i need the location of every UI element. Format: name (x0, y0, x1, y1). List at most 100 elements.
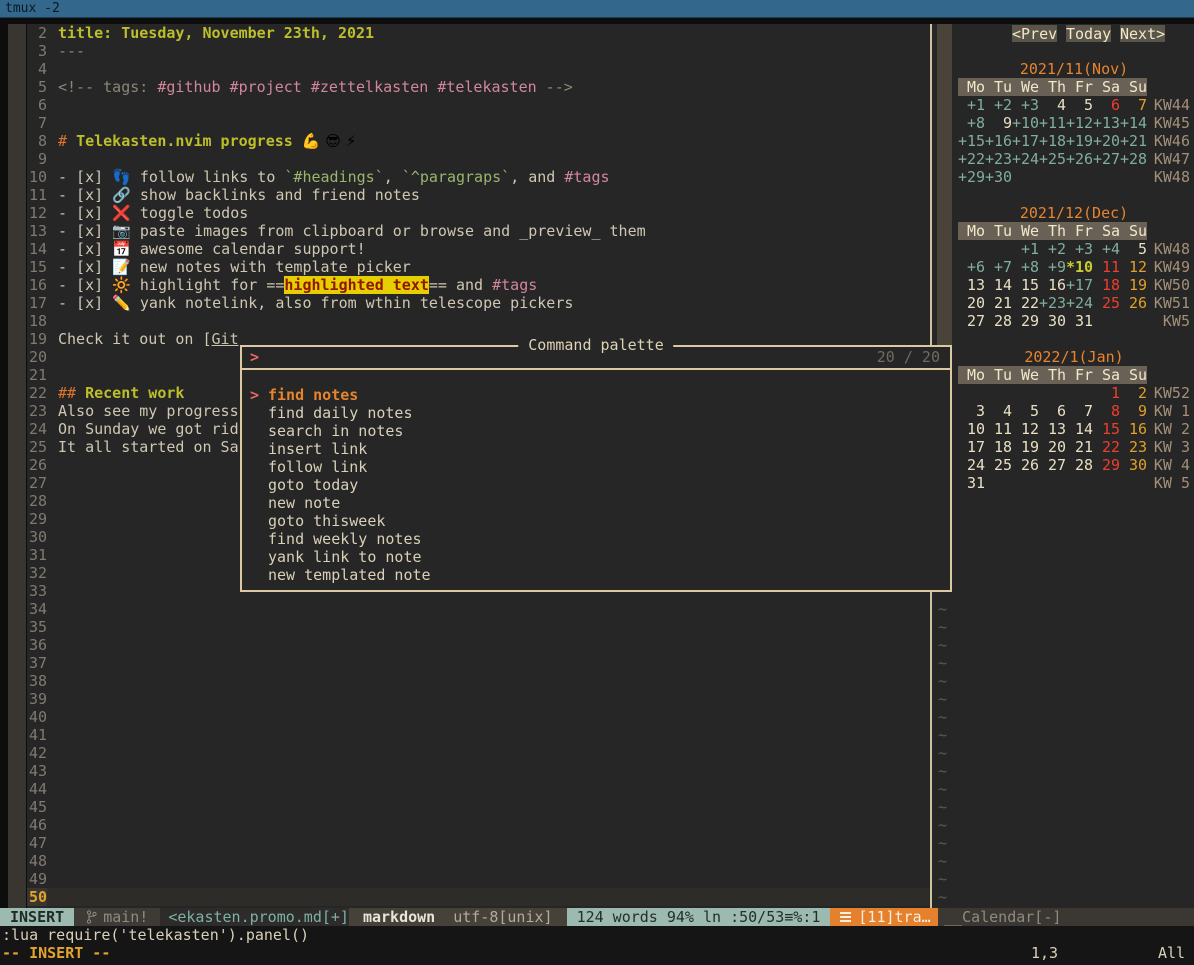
calendar-day[interactable]: 14 (1066, 420, 1093, 438)
calendar-day[interactable]: +8 (1012, 258, 1039, 276)
calendar-day[interactable]: +1 (958, 96, 985, 114)
calendar-prev-button[interactable]: <Prev (1012, 25, 1057, 42)
buffer-line[interactable]: 40 (27, 708, 930, 726)
calendar-day[interactable]: +30 (985, 168, 1012, 186)
calendar-day[interactable]: 3 (958, 402, 985, 420)
buffer-line[interactable]: 18 (27, 312, 930, 330)
calendar-day[interactable]: 19 (1012, 438, 1039, 456)
calendar-day[interactable]: 9 (985, 114, 1012, 132)
palette-item[interactable]: follow link (242, 458, 950, 476)
calendar-day[interactable]: 27 (1039, 456, 1066, 474)
palette-item[interactable]: search in notes (242, 422, 950, 440)
buffer-line[interactable]: 44 (27, 780, 930, 798)
calendar-day[interactable]: 19 (1120, 276, 1147, 294)
calendar-day[interactable]: 29 (1012, 312, 1039, 330)
calendar-day[interactable]: 18 (985, 438, 1012, 456)
calendar-day[interactable]: 1 (1093, 384, 1120, 402)
buffer-line[interactable]: 13- [x] 📷 paste images from clipboard or… (27, 222, 930, 240)
buffer-line[interactable]: 43 (27, 762, 930, 780)
buffer-line[interactable]: 35 (27, 618, 930, 636)
calendar-day[interactable]: 12 (1012, 420, 1039, 438)
buffer-line[interactable]: 46 (27, 816, 930, 834)
buffer-line[interactable]: 14- [x] 📅 awesome calendar support! (27, 240, 930, 258)
calendar-day[interactable]: +24 (1066, 294, 1093, 312)
calendar-day[interactable]: +8 (958, 114, 985, 132)
buffer-line[interactable]: 48 (27, 852, 930, 870)
calendar-day[interactable]: 15 (1093, 420, 1120, 438)
calendar-day[interactable]: +15 (958, 132, 985, 150)
buffer-line[interactable]: 37 (27, 654, 930, 672)
palette-item[interactable]: >find notes (242, 386, 950, 404)
buffer-line[interactable]: 9 (27, 150, 930, 168)
calendar-day[interactable]: +9 (1039, 258, 1066, 276)
calendar-day[interactable]: +16 (985, 132, 1012, 150)
calendar-day[interactable]: +7 (985, 258, 1012, 276)
calendar-today-button[interactable]: Today (1066, 25, 1111, 42)
calendar-day[interactable]: +12 (1066, 114, 1093, 132)
calendar-day[interactable]: +24 (1012, 150, 1039, 168)
calendar-day[interactable]: +17 (1066, 276, 1093, 294)
calendar-day[interactable]: 31 (958, 474, 985, 492)
buffer-line[interactable]: 41 (27, 726, 930, 744)
calendar-day[interactable]: 18 (1093, 276, 1120, 294)
calendar-day[interactable]: 10 (958, 420, 985, 438)
calendar-day[interactable]: 15 (1012, 276, 1039, 294)
calendar-day[interactable]: +19 (1066, 132, 1093, 150)
calendar-day[interactable]: +23 (985, 150, 1012, 168)
calendar-day[interactable]: 22 (1093, 438, 1120, 456)
buffer-line[interactable]: 47 (27, 834, 930, 852)
buffer-line[interactable]: 39 (27, 690, 930, 708)
buffer-segment[interactable]: [11]tra… (830, 908, 940, 926)
calendar-day[interactable]: +3 (1066, 240, 1093, 258)
calendar-day[interactable]: +10 (1012, 114, 1039, 132)
calendar-day[interactable]: 25 (985, 456, 1012, 474)
calendar-day[interactable]: 17 (958, 438, 985, 456)
buffer-line[interactable]: 8# Telekasten.nvim progress 💪 😎 ⚡ (27, 132, 930, 150)
buffer-line[interactable]: 12- [x] ❌ toggle todos (27, 204, 930, 222)
calendar-day[interactable]: *10 (1066, 258, 1093, 276)
calendar-day[interactable]: 12 (1120, 258, 1147, 276)
buffer-line[interactable]: 3--- (27, 42, 930, 60)
calendar-day[interactable]: 7 (1120, 96, 1147, 114)
palette-item[interactable]: find weekly notes (242, 530, 950, 548)
buffer-line[interactable]: 10- [x] 👣 follow links to `#headings`, `… (27, 168, 930, 186)
calendar-day[interactable]: 22 (1012, 294, 1039, 312)
calendar-day[interactable]: +3 (1012, 96, 1039, 114)
calendar-day[interactable]: +13 (1093, 114, 1120, 132)
calendar-day[interactable]: +28 (1120, 150, 1147, 168)
calendar-day[interactable]: +4 (1093, 240, 1120, 258)
buffer-line[interactable]: 6 (27, 96, 930, 114)
calendar-day[interactable]: +6 (958, 258, 985, 276)
calendar-day[interactable]: 5 (1012, 402, 1039, 420)
calendar-day[interactable]: 24 (958, 456, 985, 474)
calendar-day[interactable]: +21 (1120, 132, 1147, 150)
buffer-line[interactable]: 34 (27, 600, 930, 618)
calendar-day[interactable]: 28 (985, 312, 1012, 330)
buffer-line[interactable]: 5<!-- tags: #github #project #zettelkast… (27, 78, 930, 96)
calendar-day[interactable]: +23 (1039, 294, 1066, 312)
buffer-line[interactable]: 45 (27, 798, 930, 816)
palette-item[interactable]: yank link to note (242, 548, 950, 566)
calendar-day[interactable]: 14 (985, 276, 1012, 294)
buffer-line[interactable]: 2title: Tuesday, November 23th, 2021 (27, 24, 930, 42)
buffer-line[interactable]: 4 (27, 60, 930, 78)
buffer-line[interactable]: 36 (27, 636, 930, 654)
calendar-day[interactable]: 28 (1066, 456, 1093, 474)
calendar-day[interactable]: 21 (1066, 438, 1093, 456)
calendar-day[interactable]: +18 (1039, 132, 1066, 150)
buffer-line[interactable]: 16- [x] 🔆 highlight for ==highlighted te… (27, 276, 930, 294)
calendar-day[interactable]: 26 (1012, 456, 1039, 474)
palette-item[interactable]: new note (242, 494, 950, 512)
calendar-next-button[interactable]: Next> (1120, 25, 1165, 42)
calendar-day[interactable]: 4 (985, 402, 1012, 420)
calendar-day[interactable]: 4 (1039, 96, 1066, 114)
buffer-line[interactable]: 15- [x] 📝 new notes with template picker (27, 258, 930, 276)
calendar-day[interactable]: +11 (1039, 114, 1066, 132)
calendar-day[interactable]: 6 (1093, 96, 1120, 114)
calendar-day[interactable]: 29 (1093, 456, 1120, 474)
palette-item[interactable]: insert link (242, 440, 950, 458)
palette-prompt[interactable]: > (250, 348, 259, 366)
calendar-day[interactable]: +1 (1012, 240, 1039, 258)
calendar-day[interactable]: 16 (1120, 420, 1147, 438)
calendar-day[interactable]: 5 (1066, 96, 1093, 114)
